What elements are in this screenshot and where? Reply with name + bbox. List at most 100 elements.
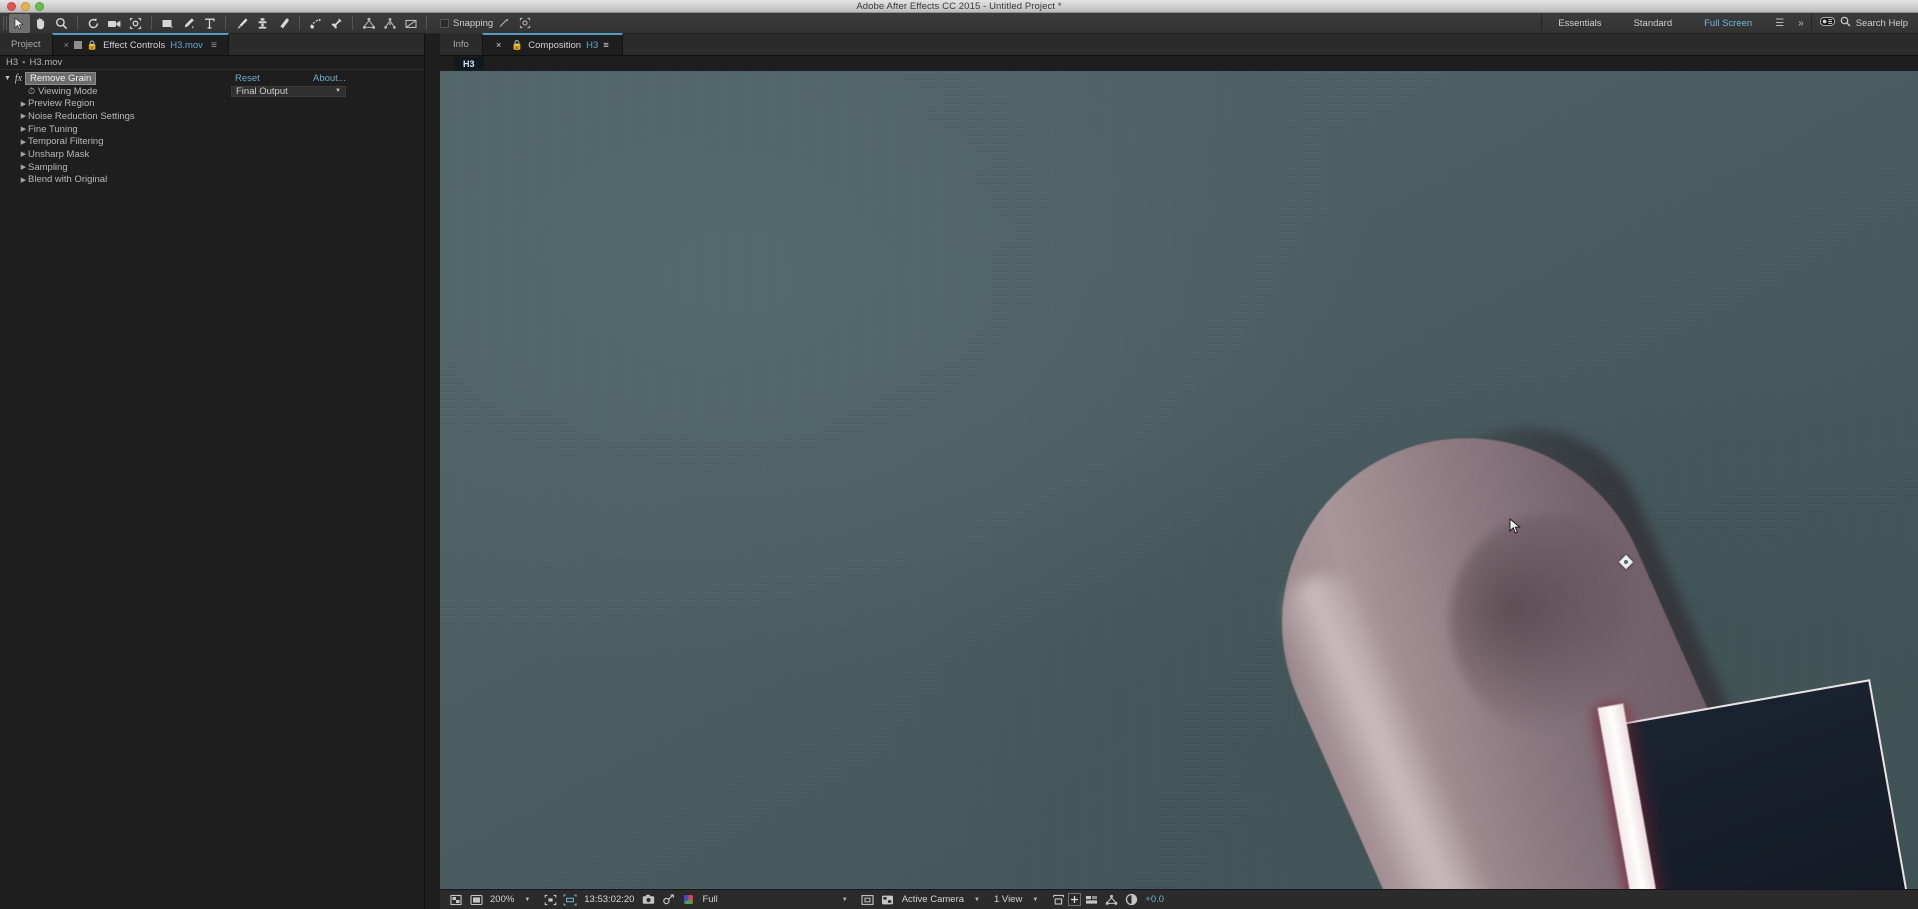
puppet-mesh-tool[interactable] [400, 14, 421, 33]
close-tab-icon[interactable]: × [496, 40, 502, 51]
camera-tool[interactable] [104, 14, 125, 33]
property-group-temporal-filtering[interactable]: ▶ Temporal Filtering [0, 135, 424, 148]
workspace-standard[interactable]: Standard [1618, 13, 1689, 34]
disclosure-triangle-icon[interactable]: ▶ [19, 138, 28, 146]
effect-header-row[interactable]: ▼ fx Remove Grain Reset About... [0, 71, 424, 85]
grid-guides-icon[interactable] [1101, 894, 1121, 906]
magnification-chevron-down-icon[interactable]: ▼ [518, 897, 540, 903]
creative-cloud-sync-icon[interactable] [1819, 14, 1835, 32]
group-label-noise-reduction-settings: Noise Reduction Settings [28, 110, 135, 122]
puppet-starch-tool[interactable] [358, 14, 379, 33]
snap-align-icon[interactable] [493, 14, 514, 33]
camera-chevron-down-icon[interactable]: ▼ [968, 897, 990, 903]
tab-composition[interactable]: × 🔒 Composition H3 ≡ [481, 33, 623, 55]
fx-icon[interactable]: fx [12, 73, 25, 84]
comp-name-chip[interactable]: H3 [454, 57, 484, 70]
camera-value[interactable]: Active Camera [898, 894, 968, 905]
snapping-control[interactable]: Snapping [440, 18, 493, 29]
lock-icon[interactable]: 🔒 [87, 40, 98, 51]
rotation-tool[interactable] [83, 14, 104, 33]
disclosure-triangle-icon[interactable]: ▶ [19, 163, 28, 171]
composition-viewport[interactable] [440, 71, 1918, 889]
region-of-interest-icon[interactable] [540, 894, 560, 906]
toggle-transparency-grid-icon[interactable] [446, 894, 466, 906]
resolution-value[interactable]: Full [698, 894, 721, 905]
property-label-viewing-mode: Viewing Mode [38, 85, 98, 97]
pen-tool[interactable] [178, 14, 199, 33]
hamburger-icon[interactable]: ☰ [1768, 18, 1791, 29]
disclosure-triangle-icon[interactable]: ▶ [19, 150, 28, 158]
transparency-icon[interactable] [878, 894, 898, 906]
pan-behind-tool[interactable] [125, 14, 146, 33]
exposure-value[interactable]: +0.0 [1141, 894, 1168, 905]
panel-menu-icon[interactable]: ≡ [211, 40, 217, 51]
property-group-unsharp-mask[interactable]: ▶ Unsharp Mask [0, 148, 424, 161]
snap-bounds-icon[interactable] [514, 14, 535, 33]
tab-project[interactable]: Project [0, 33, 52, 55]
resolution-chevron-down-icon[interactable]: ▼ [722, 897, 858, 903]
puppet-overlap-tool[interactable] [379, 14, 400, 33]
views-chevron-down-icon[interactable]: ▼ [1026, 897, 1048, 903]
property-group-blend-with-original[interactable]: ▶ Blend with Original [0, 174, 424, 187]
reset-button[interactable]: Reset [235, 73, 260, 84]
disclosure-triangle-icon[interactable]: ▶ [19, 176, 28, 184]
fast-previews-icon[interactable] [1068, 893, 1082, 906]
shape-tool[interactable] [157, 14, 178, 33]
panel-menu-icon[interactable]: ≡ [603, 40, 609, 51]
roto-brush-tool[interactable] [305, 14, 326, 33]
take-snapshot-icon[interactable] [638, 894, 658, 905]
zoom-tool[interactable] [51, 14, 72, 33]
lock-icon[interactable]: 🔒 [511, 40, 523, 51]
puppet-pin-tool[interactable] [326, 14, 347, 33]
workspace-essentials[interactable]: Essentials [1542, 13, 1617, 34]
hand-tool[interactable] [30, 14, 51, 33]
selection-tool[interactable] [9, 13, 30, 33]
double-chevron-icon[interactable]: » [1791, 18, 1811, 29]
region-icon[interactable] [858, 894, 878, 906]
views-value[interactable]: 1 View [990, 894, 1026, 905]
show-channel-icon[interactable] [678, 895, 698, 904]
current-timecode[interactable]: 13:53:02:20 [580, 894, 638, 905]
stopwatch-icon[interactable]: ⏱ [25, 86, 38, 97]
mouse-cursor [1509, 517, 1522, 540]
toolbar-separator [225, 16, 226, 30]
property-row-viewing-mode[interactable]: ⏱ Viewing Mode Final Output ▼ [0, 85, 424, 98]
panel-splitter[interactable] [424, 34, 440, 909]
pixel-aspect-correction-icon[interactable] [1048, 894, 1068, 906]
help-search[interactable]: Search Help [1812, 14, 1918, 32]
disclosure-triangle-icon[interactable]: ▶ [19, 100, 28, 108]
search-icon[interactable] [1840, 14, 1851, 32]
eraser-tool[interactable] [273, 14, 294, 33]
brush-tool[interactable] [231, 14, 252, 33]
about-button[interactable]: About... [313, 73, 346, 84]
clone-stamp-tool[interactable] [252, 14, 273, 33]
anchor-point-marker[interactable] [1618, 554, 1634, 570]
effect-name[interactable]: Remove Grain [25, 71, 97, 85]
exposure-reset-icon[interactable] [1121, 893, 1141, 906]
toggle-view-masks-icon[interactable] [466, 894, 486, 906]
disclosure-triangle-icon[interactable]: ▶ [19, 125, 28, 133]
show-snapshot-icon[interactable] [658, 894, 678, 905]
disclosure-triangle-icon[interactable]: ▶ [19, 112, 28, 120]
breadcrumb-layer[interactable]: H3.mov [30, 57, 63, 68]
comp-flowchart-icon[interactable] [1081, 894, 1101, 906]
property-group-noise-reduction-settings[interactable]: ▶ Noise Reduction Settings [0, 110, 424, 123]
search-help-label[interactable]: Search Help [1856, 18, 1908, 29]
property-group-preview-region[interactable]: ▶ Preview Region [0, 97, 424, 110]
property-group-sampling[interactable]: ▶ Sampling [0, 161, 424, 174]
type-tool[interactable] [199, 14, 220, 33]
magnification-value[interactable]: 200% [486, 894, 518, 905]
close-tab-icon[interactable]: × [64, 40, 69, 50]
tab-info[interactable]: Info [440, 33, 482, 55]
tab-effect-controls[interactable]: × 🔒 Effect Controls H3.mov ≡ [51, 33, 229, 55]
disclosure-triangle-icon[interactable]: ▼ [3, 75, 12, 82]
title-action-safe-icon[interactable] [560, 893, 580, 906]
viewer-bottom-bar: 200% ▼ 13:53:02:20 Full ▼ Active Camera … [440, 889, 1918, 909]
group-label-sampling: Sampling [28, 161, 68, 173]
workspace-full-screen[interactable]: Full Screen [1688, 13, 1768, 34]
composition-panel: Info × 🔒 Composition H3 ≡ H3 200% ▼ 13:5… [440, 33, 1918, 909]
breadcrumb-comp[interactable]: H3 [6, 57, 18, 68]
property-group-fine-tuning[interactable]: ▶ Fine Tuning [0, 123, 424, 136]
viewing-mode-dropdown[interactable]: Final Output ▼ [231, 85, 346, 97]
snapping-checkbox[interactable] [440, 18, 449, 28]
